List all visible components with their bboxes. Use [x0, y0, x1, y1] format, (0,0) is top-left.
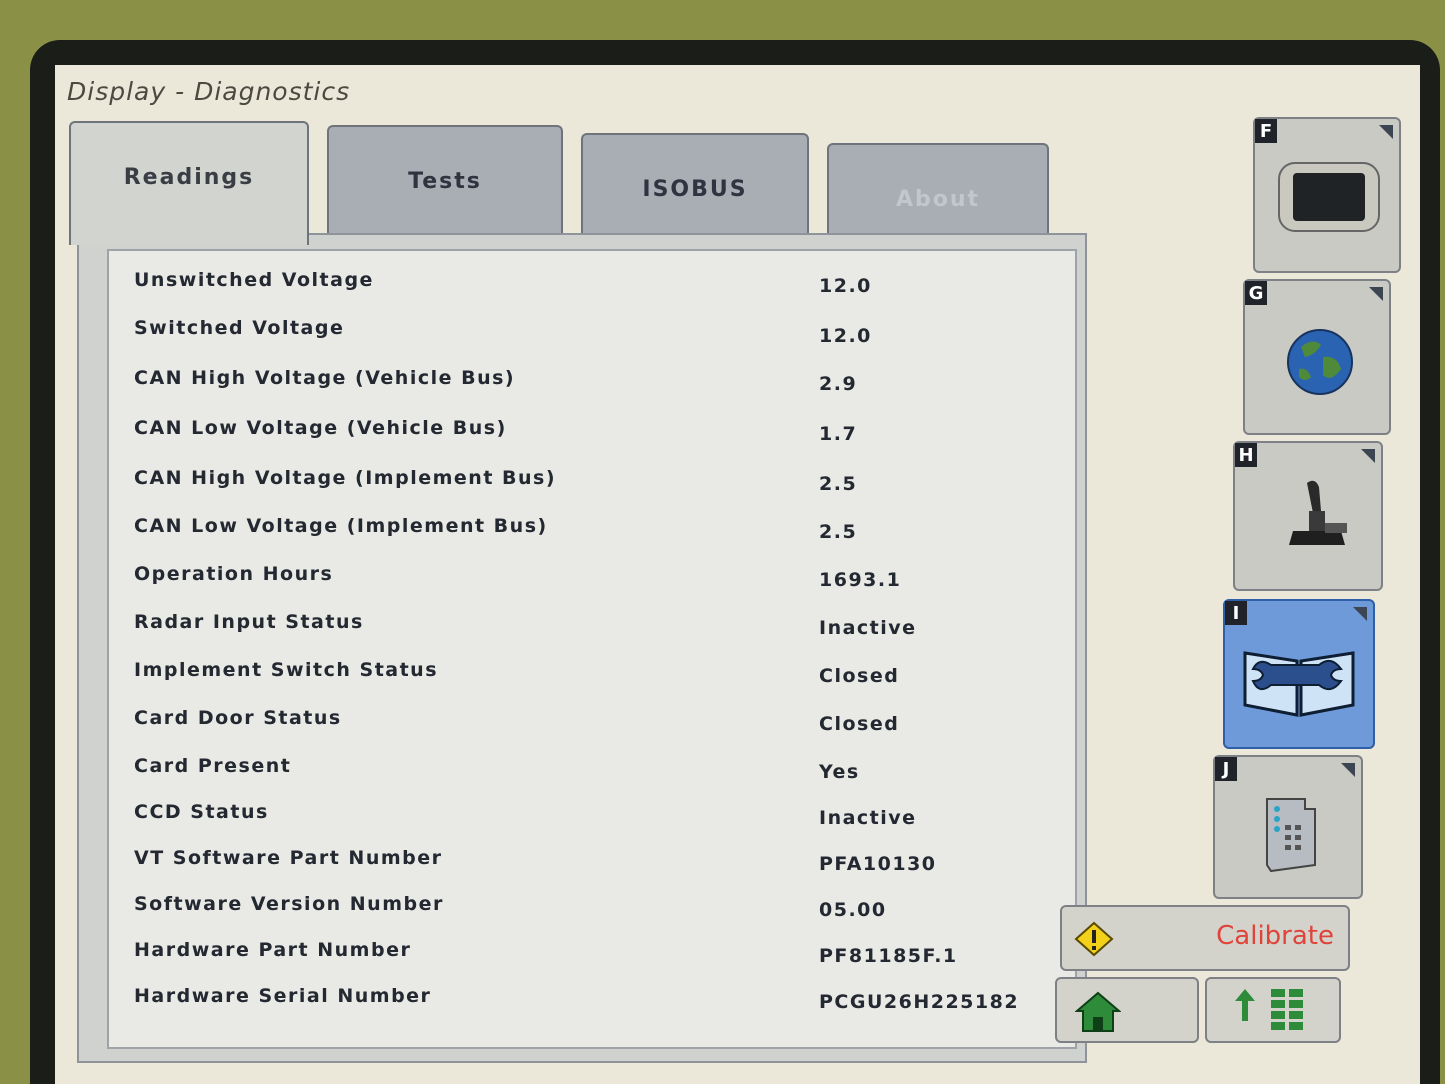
reading-value: PFA10130 — [819, 853, 937, 875]
reading-value: Closed — [819, 713, 900, 735]
reading-label: Card Present — [134, 755, 292, 777]
reading-row-vt-software-part: VT Software Part Number PFA10130 — [109, 839, 1075, 885]
reading-value: 1693.1 — [819, 569, 902, 591]
home-button[interactable] — [1055, 977, 1199, 1043]
reading-row-radar-input: Radar Input Status Inactive — [109, 603, 1075, 649]
reading-label: Operation Hours — [134, 563, 334, 585]
reading-label: VT Software Part Number — [134, 847, 443, 869]
reading-row-switched-voltage: Switched Voltage 12.0 — [109, 309, 1075, 355]
tab-label: ISOBUS — [642, 177, 748, 202]
reading-label: CAN Low Voltage (Vehicle Bus) — [134, 417, 507, 439]
reading-row-ccd-status: CCD Status Inactive — [109, 793, 1075, 839]
calibrate-label: Calibrate — [1216, 921, 1334, 951]
reading-label: Radar Input Status — [134, 611, 364, 633]
reading-row-card-present: Card Present Yes — [109, 747, 1075, 793]
tab-label: Tests — [408, 169, 482, 194]
tab-readings[interactable]: Readings — [69, 121, 309, 245]
service-manual-wrench-icon — [1243, 651, 1355, 717]
corner-triangle-icon — [1379, 125, 1393, 139]
reading-value: 05.00 — [819, 899, 887, 921]
reading-label: CAN High Voltage (Implement Bus) — [134, 467, 557, 489]
up-arrow-menu-grid-icon — [1235, 989, 1303, 1030]
reading-value: PCGU26H225182 — [819, 991, 1020, 1013]
reading-label: CCD Status — [134, 801, 269, 823]
reading-label: Switched Voltage — [134, 317, 345, 339]
corner-triangle-icon — [1361, 449, 1375, 463]
reading-label: CAN High Voltage (Vehicle Bus) — [134, 367, 516, 389]
keypad-remote-icon — [1266, 798, 1316, 873]
calibrate-button[interactable]: Calibrate — [1060, 905, 1350, 971]
reading-value: Inactive — [819, 807, 917, 829]
reading-row-operation-hours: Operation Hours 1693.1 — [109, 555, 1075, 601]
softkey-h[interactable]: H — [1233, 441, 1383, 591]
reading-value: 2.5 — [819, 521, 858, 543]
softkey-i[interactable]: I — [1223, 599, 1375, 749]
corner-triangle-icon — [1341, 763, 1355, 777]
softkey-g[interactable]: G — [1243, 279, 1391, 435]
reading-row-unswitched-voltage: Unswitched Voltage 12.0 — [109, 261, 1075, 307]
tab-label: Readings — [123, 165, 255, 190]
reading-row-can-low-vehicle: CAN Low Voltage (Vehicle Bus) 1.7 — [109, 409, 1075, 455]
warning-icon — [1074, 921, 1114, 957]
softkey-key-label: I — [1225, 601, 1247, 625]
reading-row-can-high-implement: CAN High Voltage (Implement Bus) 2.5 — [109, 459, 1075, 505]
reading-row-software-version: Software Version Number 05.00 — [109, 885, 1075, 931]
reading-value: 1.7 — [819, 423, 858, 445]
reading-value: Yes — [819, 761, 860, 783]
softkey-j[interactable]: J — [1213, 755, 1363, 899]
softkey-f[interactable]: F — [1253, 117, 1401, 273]
tab-label: About — [895, 187, 981, 212]
reading-row-card-door: Card Door Status Closed — [109, 699, 1075, 745]
tab-tests[interactable]: Tests — [327, 125, 563, 235]
joystick-icon — [1289, 480, 1347, 545]
menu-button[interactable] — [1205, 977, 1341, 1043]
tab-isobus[interactable]: ISOBUS — [581, 133, 809, 243]
reading-row-can-high-vehicle: CAN High Voltage (Vehicle Bus) 2.9 — [109, 359, 1075, 405]
softkey-key-label: G — [1245, 281, 1267, 305]
softkey-key-label: F — [1255, 119, 1277, 143]
home-icon — [1075, 991, 1121, 1032]
reading-label: CAN Low Voltage (Implement Bus) — [134, 515, 548, 537]
corner-triangle-icon — [1353, 607, 1367, 621]
reading-value: 12.0 — [819, 275, 872, 297]
reading-label: Unswitched Voltage — [134, 269, 374, 291]
corner-triangle-icon — [1369, 287, 1383, 301]
display-screen: Display - Diagnostics Readings Tests ISO… — [55, 65, 1420, 1084]
softkey-key-label: H — [1235, 443, 1257, 467]
reading-row-hardware-part: Hardware Part Number PF81185F.1 — [109, 931, 1075, 977]
reading-value: Inactive — [819, 617, 917, 639]
readings-panel: Unswitched Voltage 12.0 Switched Voltage… — [77, 233, 1087, 1063]
reading-value: 12.0 — [819, 325, 872, 347]
window-title: Display - Diagnostics — [67, 77, 351, 106]
reading-value: Closed — [819, 665, 900, 687]
reading-label: Hardware Serial Number — [134, 985, 432, 1007]
reading-label: Software Version Number — [134, 893, 444, 915]
reading-row-implement-switch: Implement Switch Status Closed — [109, 651, 1075, 697]
reading-row-hardware-serial: Hardware Serial Number PCGU26H225182 — [109, 977, 1075, 1023]
reading-label: Implement Switch Status — [134, 659, 439, 681]
reading-row-can-low-implement: CAN Low Voltage (Implement Bus) 2.5 — [109, 507, 1075, 553]
globe-icon — [1287, 329, 1353, 395]
reading-label: Hardware Part Number — [134, 939, 412, 961]
reading-value: 2.9 — [819, 373, 858, 395]
reading-value: 2.5 — [819, 473, 858, 495]
display-icon — [1278, 162, 1380, 232]
reading-label: Card Door Status — [134, 707, 342, 729]
softkey-key-label: J — [1215, 757, 1237, 781]
reading-value: PF81185F.1 — [819, 945, 958, 967]
readings-list: Unswitched Voltage 12.0 Switched Voltage… — [107, 249, 1077, 1049]
